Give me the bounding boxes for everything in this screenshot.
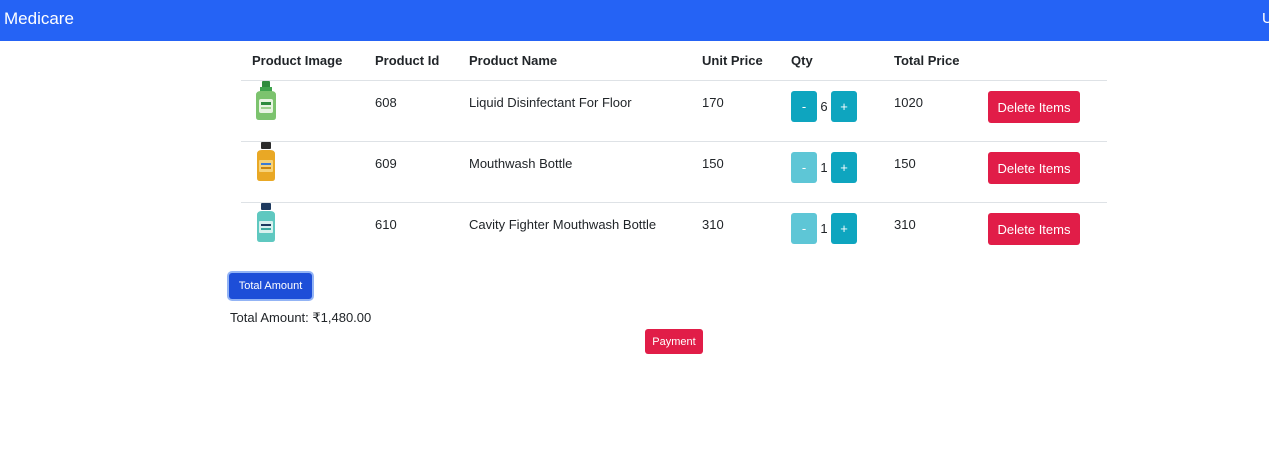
total-amount-text: Total Amount: ₹1,480.00	[230, 310, 372, 325]
actions-cell: Delete Items	[977, 203, 1107, 264]
delete-item-button[interactable]: Delete Items	[988, 152, 1080, 184]
disinfectant-bottle-image	[256, 81, 276, 120]
unit-price: 150	[691, 141, 780, 203]
mouthwash-bottle-image	[257, 142, 275, 181]
unit-price: 170	[691, 80, 780, 142]
nav-user-link[interactable]: U	[1262, 10, 1269, 27]
table-row: 608 Liquid Disinfectant For Floor 170 - …	[241, 80, 1107, 142]
product-id: 608	[364, 80, 458, 142]
mouthwash-bottle-image	[257, 203, 275, 242]
decrease-qty-button[interactable]: -	[791, 152, 817, 183]
header-unit-price: Unit Price	[691, 41, 780, 81]
product-image-cell	[241, 203, 364, 264]
qty-cell: - 1 +	[780, 141, 883, 203]
brand-link[interactable]: Medicare	[4, 9, 74, 29]
qty-cell: - 6 +	[780, 80, 883, 142]
header-actions	[977, 41, 1107, 81]
actions-cell: Delete Items	[977, 141, 1107, 203]
qty-cell: - 1 +	[780, 203, 883, 264]
qty-value: 1	[820, 221, 828, 236]
decrease-qty-button[interactable]: -	[791, 213, 817, 244]
table-row: 609 Mouthwash Bottle 150 - 1 + 150 Delet…	[241, 141, 1107, 203]
product-name: Mouthwash Bottle	[458, 141, 691, 203]
total-amount-button[interactable]: Total Amount	[229, 273, 312, 299]
header-total-price: Total Price	[883, 41, 977, 81]
delete-item-button[interactable]: Delete Items	[988, 91, 1080, 123]
total-price: 310	[894, 217, 916, 232]
unit-price: 310	[702, 217, 724, 232]
qty-value: 6	[820, 99, 828, 114]
delete-item-button[interactable]: Delete Items	[988, 213, 1080, 245]
actions-cell: Delete Items	[977, 80, 1107, 142]
total-price: 1020	[883, 80, 977, 142]
navbar: Medicare U	[0, 0, 1269, 41]
header-product-image: Product Image	[241, 41, 364, 81]
header-qty: Qty	[780, 41, 883, 81]
decrease-qty-button[interactable]: -	[791, 91, 817, 122]
product-name: Cavity Fighter Mouthwash Bottle	[469, 217, 657, 232]
header-product-id: Product Id	[364, 41, 458, 81]
table-row: 610 Cavity Fighter Mouthwash Bottle 310 …	[241, 203, 1107, 264]
product-id: 610	[375, 217, 397, 232]
product-image-cell	[241, 80, 364, 142]
product-image-cell	[241, 141, 364, 203]
increase-qty-button[interactable]: +	[831, 213, 857, 244]
increase-qty-button[interactable]: +	[831, 91, 857, 122]
product-name: Liquid Disinfectant For Floor	[458, 80, 691, 142]
payment-button[interactable]: Payment	[645, 329, 703, 354]
header-product-name: Product Name	[458, 41, 691, 81]
increase-qty-button[interactable]: +	[831, 152, 857, 183]
total-price: 150	[883, 141, 977, 203]
product-id: 609	[364, 141, 458, 203]
table-header-row: Product Image Product Id Product Name Un…	[241, 41, 1107, 81]
qty-value: 1	[820, 160, 828, 175]
cart-table: Product Image Product Id Product Name Un…	[241, 41, 1107, 263]
